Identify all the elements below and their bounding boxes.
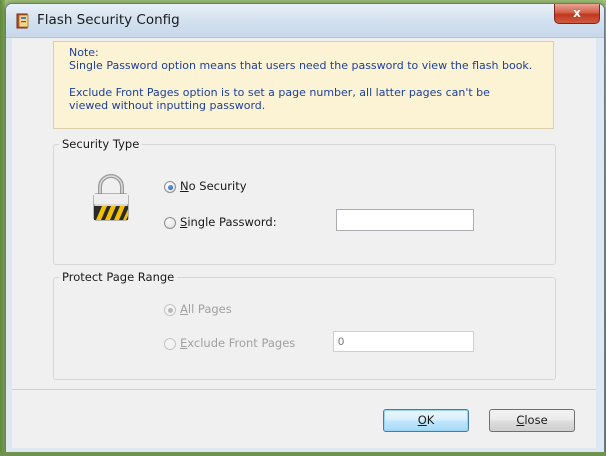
label-rest: K <box>426 413 435 427</box>
single-password-label[interactable]: Single Password: <box>180 215 277 229</box>
label-rest: ingle Password: <box>187 215 277 229</box>
desktop-bottom-edge <box>0 452 606 456</box>
ok-button[interactable]: OK <box>383 409 469 432</box>
footer-divider <box>12 389 596 390</box>
all-pages-label[interactable]: All Pages <box>180 302 232 316</box>
exclude-front-pages-radio[interactable] <box>164 338 176 350</box>
dialog-client-area: Note: Single Password option means that … <box>12 38 596 448</box>
close-button[interactable]: Close <box>489 409 575 432</box>
note-box: Note: Single Password option means that … <box>53 41 554 129</box>
note-line-exclude-cont: viewed without inputting password. <box>69 99 266 112</box>
front-pages-input[interactable] <box>333 331 474 352</box>
dialog-window: Flash Security Config x Note: Single Pas… <box>5 3 605 455</box>
label-rest: lose <box>524 413 548 427</box>
protect-page-range-legend: Protect Page Range <box>59 270 178 284</box>
security-type-group: Security Type No Security Single Passwor… <box>53 137 556 265</box>
exclude-front-pages-label[interactable]: Exclude Front Pages <box>180 336 295 350</box>
padlock-icon <box>93 174 129 221</box>
label-rest: ll Pages <box>187 302 232 316</box>
note-line-single-password: Single Password option means that users … <box>69 59 533 72</box>
accelerator-key: O <box>417 413 427 427</box>
security-type-legend: Security Type <box>59 137 143 151</box>
window-title: Flash Security Config <box>37 12 180 28</box>
no-security-label[interactable]: No Security <box>180 179 247 193</box>
password-input[interactable] <box>336 209 474 231</box>
window-close-button[interactable]: x <box>554 4 600 24</box>
accelerator-key: N <box>180 179 189 193</box>
note-line-exclude: Exclude Front Pages option is to set a p… <box>69 86 490 99</box>
accelerator-key: A <box>180 302 188 316</box>
close-icon: x <box>573 6 581 20</box>
book-icon <box>16 13 29 29</box>
radio-selected-dot <box>167 184 173 190</box>
all-pages-radio[interactable] <box>164 304 176 316</box>
radio-selected-dot <box>167 307 173 313</box>
note-heading: Note: <box>69 46 99 59</box>
title-bar[interactable]: Flash Security Config x <box>6 4 604 38</box>
label-rest: xclude Front Pages <box>187 336 296 350</box>
single-password-radio[interactable] <box>164 217 176 229</box>
protect-page-range-group: Protect Page Range All Pages Exclude Fro… <box>53 270 556 380</box>
label-rest: o Security <box>188 179 247 193</box>
no-security-radio[interactable] <box>164 181 176 193</box>
